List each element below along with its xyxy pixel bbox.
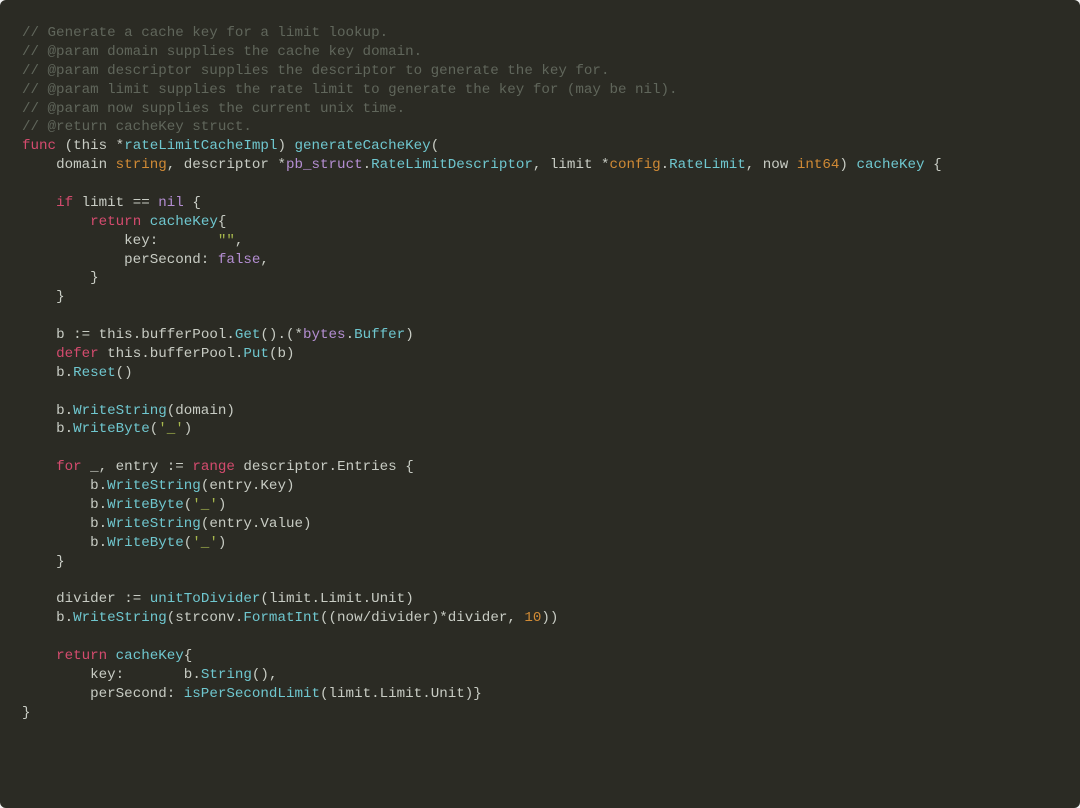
type-cacheKey: cacheKey [856,157,924,173]
id-b: b [56,327,65,343]
kw-defer: defer [56,346,99,362]
kw-func: func [22,138,56,154]
id-now: now [763,157,789,173]
comment-line: // @param limit supplies the rate limit … [22,82,678,98]
id-domain: domain [56,157,107,173]
lit-underscore-rune: '_' [158,421,184,437]
fn-isPerSecondLimit: isPerSecondLimit [184,686,320,702]
id-this: this [73,138,107,154]
type-rateLimitCacheImpl: rateLimitCacheImpl [124,138,277,154]
comment-line: // Generate a cache key for a limit look… [22,25,388,41]
pkg-pb_struct: pb_struct [286,157,363,173]
lit-nil: nil [158,195,184,211]
type-RateLimit: RateLimit [669,157,746,173]
comment-line: // @return cacheKey struct. [22,119,252,135]
kw-return: return [90,214,141,230]
comment-line: // @param now supplies the current unix … [22,101,405,117]
kw-if: if [56,195,73,211]
pkg-config: config [610,157,661,173]
lit-empty-string: "" [218,233,235,249]
type-RateLimitDescriptor: RateLimitDescriptor [371,157,533,173]
id-entry: entry [116,459,159,475]
lit-ten: 10 [524,610,541,626]
type-int64: int64 [797,157,840,173]
pkg-bytes: bytes [303,327,346,343]
id-descriptor: descriptor [184,157,269,173]
field-perSecond: perSecond [124,252,201,268]
fn-generateCacheKey: generateCacheKey [294,138,430,154]
type-string: string [116,157,167,173]
field-key: key [124,233,150,249]
type-Buffer: Buffer [354,327,405,343]
kw-for: for [56,459,82,475]
lit-false: false [218,252,261,268]
comment-line: // @param domain supplies the cache key … [22,44,422,60]
fn-unitToDivider: unitToDivider [150,591,261,607]
code-block: // Generate a cache key for a limit look… [0,0,1080,808]
id-limit: limit [550,157,593,173]
comment-line: // @param descriptor supplies the descri… [22,63,609,79]
kw-range: range [192,459,235,475]
id-divider: divider [56,591,116,607]
